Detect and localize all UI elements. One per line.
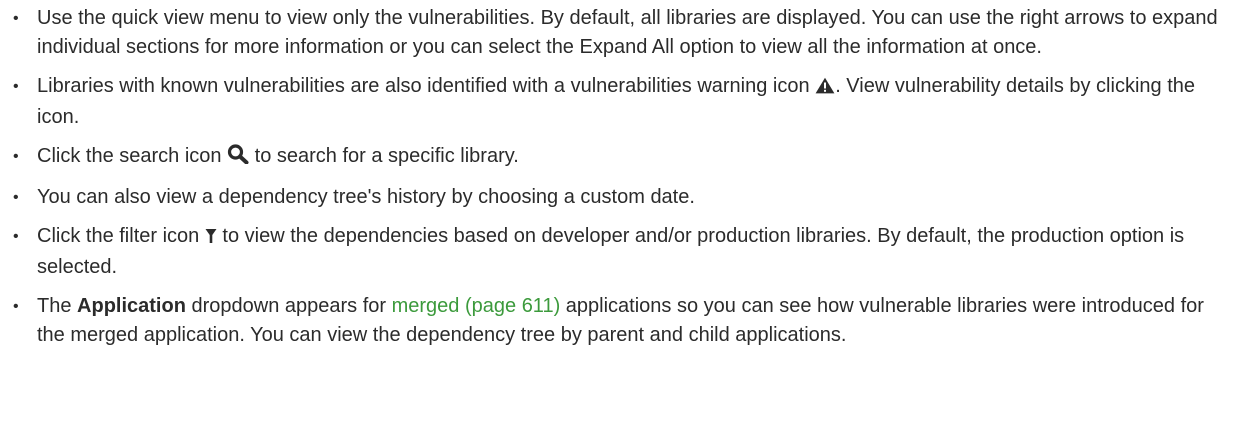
filter-icon[interactable] [205, 224, 217, 253]
merged-page-link[interactable]: merged (page 611) [392, 295, 561, 317]
item-text: Libraries with known vulnerabilities are… [37, 75, 816, 97]
warning-triangle-icon[interactable] [815, 74, 835, 103]
bullet-list: • Use the quick view menu to view only t… [0, 0, 1239, 350]
application-label: Application [77, 295, 186, 317]
item-text: The [37, 295, 78, 317]
list-item: • Click the filter icon to view the depe… [0, 222, 1239, 282]
bullet: • [13, 148, 19, 165]
bullet: • [13, 78, 19, 95]
item-text: dropdown appears for [185, 295, 392, 317]
list-item: • Use the quick view menu to view only t… [0, 4, 1239, 62]
item-text: Use the quick view menu to view only the… [37, 7, 1218, 58]
list-item: • Click the search icon to search for a … [0, 142, 1239, 173]
search-icon[interactable] [227, 144, 249, 173]
item-text: You can also view a dependency tree's hi… [37, 186, 695, 208]
bullet: • [13, 298, 19, 315]
item-text: to search for a specific library. [249, 145, 519, 167]
item-text: Click the search icon [37, 145, 228, 167]
bullet: • [13, 10, 19, 27]
bullet: • [13, 189, 19, 206]
item-text: Click the filter icon [37, 225, 205, 247]
list-item: • The Application dropdown appears for m… [0, 292, 1239, 350]
bullet: • [13, 228, 19, 245]
list-item: • Libraries with known vulnerabilities a… [0, 72, 1239, 132]
list-item: • You can also view a dependency tree's … [0, 183, 1239, 212]
